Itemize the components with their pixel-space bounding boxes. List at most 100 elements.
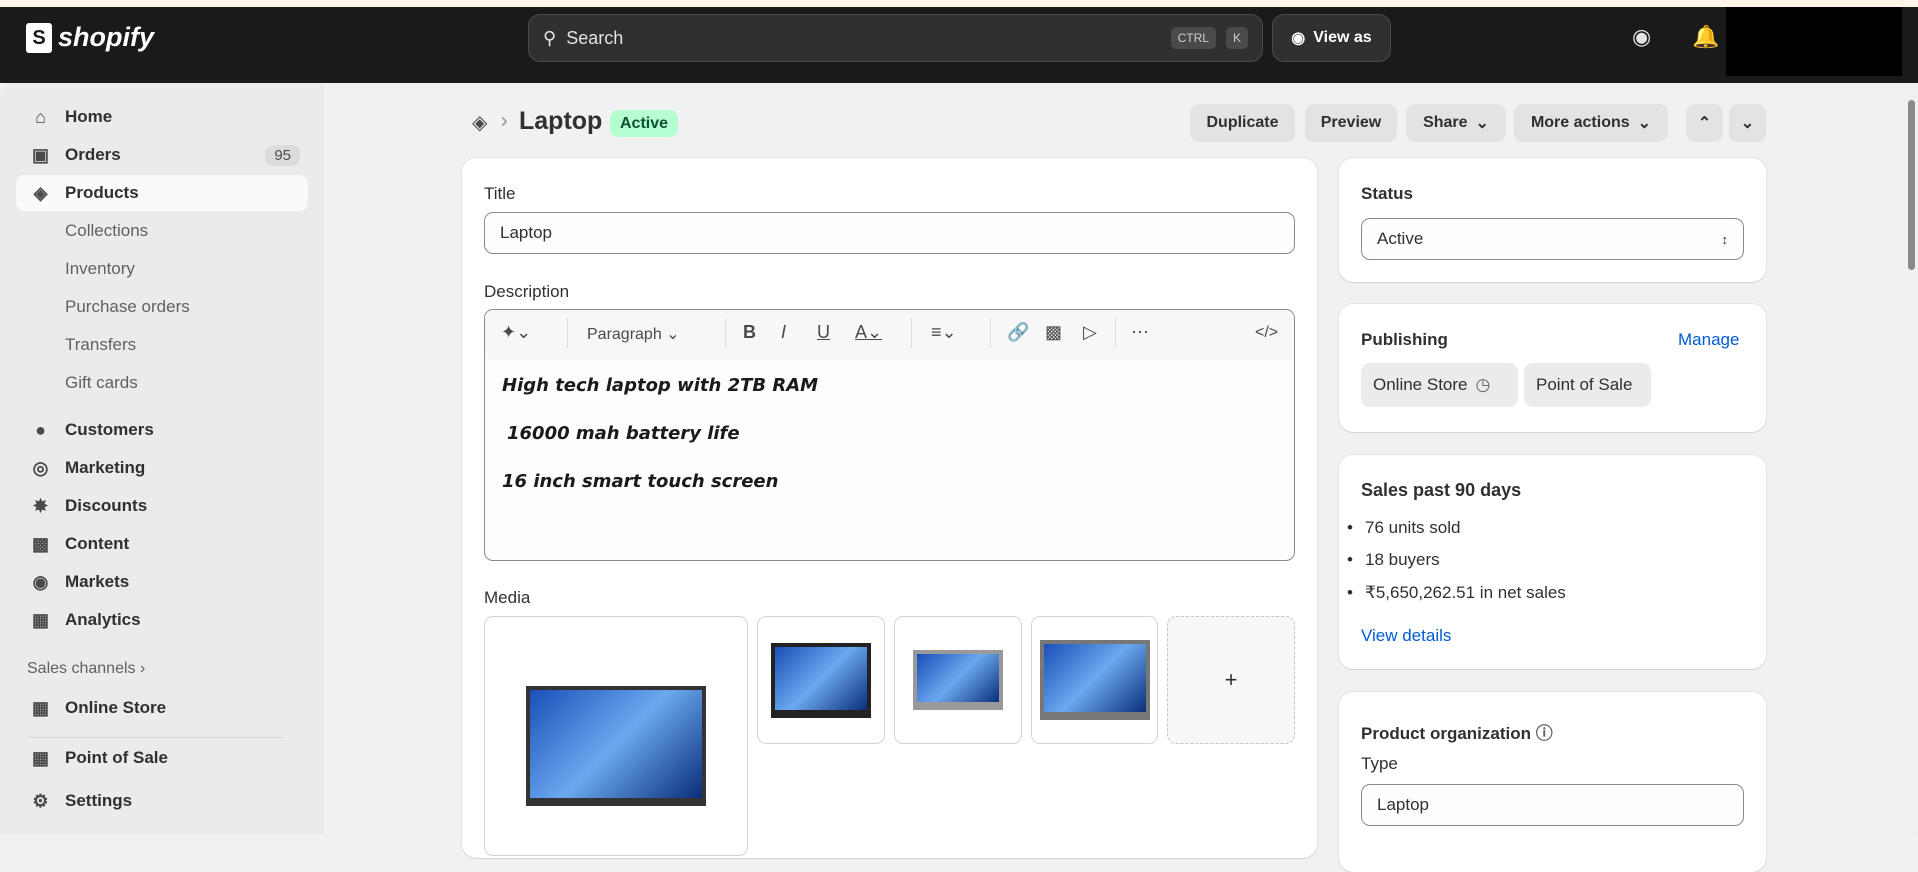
sidebar-item-label: Products [65,183,139,202]
sidekick-icon[interactable]: ◉ [1632,24,1651,50]
sidebar-item-customers[interactable]: ● Customers [16,412,308,448]
status-label: Status [1361,184,1413,203]
sales-channels-label: Sales channels [27,660,136,677]
media-main-image[interactable] [484,616,748,856]
sidebar-item-point-of-sale[interactable]: ▦ Point of Sale [16,743,308,773]
next-product-button[interactable]: ⌄ [1729,104,1766,142]
bell-icon[interactable]: 🔔 [1692,24,1719,50]
info-icon[interactable]: ⓘ [1536,724,1553,743]
organization-title-text: Product organization [1361,724,1531,743]
channel-chip-point-of-sale[interactable]: Point of Sale [1524,363,1651,407]
description-editor[interactable]: ✦⌄ Paragraph ⌄ B I U A⌄ ≡⌄ 🔗 ▩ ▷ ⋯ </> H… [484,309,1295,561]
sidebar-item-purchase-orders[interactable]: Purchase orders [16,289,308,325]
insert-video-icon[interactable]: ▷ [1083,322,1097,343]
search-input[interactable]: ⚲ Search CTRL K [528,14,1263,62]
search-icon: ⚲ [543,27,557,48]
laptop-image [1039,640,1150,720]
sidebar-item-transfers[interactable]: Transfers [16,327,308,363]
underline-icon[interactable]: U [817,322,830,343]
type-label: Type [1361,754,1398,773]
more-icon[interactable]: ⋯ [1131,322,1149,343]
tag-icon[interactable]: ◈ [472,110,487,135]
sales-channels-link[interactable]: Sales channels › [27,660,145,678]
pos-icon: ▦ [31,747,49,768]
shopify-logo[interactable]: Sshopify [26,22,154,53]
sidebar-item-marketing[interactable]: ◎ Marketing [16,450,308,486]
sidebar-item-label: Collections [65,221,149,240]
more-actions-button[interactable]: More actions ⌄ [1514,104,1668,142]
add-media-label: + [1224,667,1238,692]
sidebar-item-label: Transfers [65,335,137,354]
view-as-label: View as [1313,29,1372,46]
preview-button[interactable]: Preview [1305,104,1397,142]
paragraph-select[interactable]: Paragraph ⌄ [587,324,680,344]
text-color-icon[interactable]: A⌄ [855,322,882,343]
target-icon: ◎ [32,457,49,478]
sidebar-item-discounts[interactable]: ✸ Discounts [16,488,308,524]
status-select[interactable]: Active ↕ [1361,218,1744,260]
code-view-icon[interactable]: </> [1255,324,1278,342]
orders-count-badge: 95 [265,144,300,166]
sidebar-item-content[interactable]: ▩ Content [16,526,308,562]
sales-stat: ₹5,650,262.51 in net sales [1347,583,1566,603]
ai-sparkle-icon[interactable]: ✦⌄ [501,322,531,343]
sidebar-item-label: Content [65,534,130,553]
sales-stat: 18 buyers [1347,550,1440,570]
italic-icon[interactable]: I [781,322,786,343]
editor-toolbar: ✦⌄ Paragraph ⌄ B I U A⌄ ≡⌄ 🔗 ▩ ▷ ⋯ </> [485,310,1294,359]
media-thumbnail[interactable] [1031,616,1158,744]
sidebar-item-inventory[interactable]: Inventory [16,251,308,287]
sidebar-item-label: Orders [65,145,121,164]
chevron-right-icon: › [139,660,146,677]
page-title: Laptop [519,107,603,135]
sidebar-item-orders[interactable]: ▣ Orders 95 [16,137,308,173]
sidebar-item-analytics[interactable]: ▦ Analytics [16,602,308,638]
calendar-clock-icon: ◷ [1475,375,1491,394]
person-icon: ● [35,419,46,440]
scrollbar-thumb[interactable] [1908,100,1915,270]
account-menu[interactable] [1726,7,1902,76]
sidebar-item-label: Gift cards [65,373,138,392]
align-icon[interactable]: ≡⌄ [931,322,957,343]
sidebar-item-products[interactable]: ◈ Products [16,175,308,211]
sidebar-item-home[interactable]: ⌂ Home [16,99,308,135]
search-placeholder: Search [566,27,624,48]
tag-icon: ◈ [33,182,48,203]
sidebar-item-settings[interactable]: ⚙ Settings [16,783,308,819]
sidebar-item-label: Online Store [65,698,167,717]
sidebar-item-markets[interactable]: ◉ Markets [16,564,308,600]
sidebar-item-label: Point of Sale [65,748,168,767]
sidebar-item-collections[interactable]: Collections [16,213,308,249]
add-media-button[interactable]: + [1167,616,1295,744]
description-line: 16 inch smart touch screen [502,471,779,492]
product-organization-card: Product organization ⓘ Type Laptop [1339,692,1766,872]
share-label: Share [1423,114,1468,131]
link-icon[interactable]: 🔗 [1007,322,1029,343]
view-as-button[interactable]: ◉ View as [1272,14,1391,62]
title-value: Laptop [500,223,552,242]
browser-strip [0,0,1918,7]
type-input[interactable]: Laptop [1361,784,1744,826]
shopify-bag-icon: S [26,22,52,53]
manage-link[interactable]: Manage [1678,330,1739,350]
sidebar-item-label: Settings [65,791,133,810]
home-icon: ⌂ [35,106,46,127]
media-thumbnail[interactable] [757,616,885,744]
media-label: Media [484,588,531,607]
previous-product-button[interactable]: ⌃ [1686,104,1723,142]
media-thumbnail[interactable] [894,616,1022,744]
duplicate-button[interactable]: Duplicate [1190,104,1295,142]
chevron-down-icon: ⌄ [1740,115,1755,132]
paragraph-label: Paragraph [587,326,662,343]
sidebar-item-online-store[interactable]: ▦ Online Store [16,690,308,726]
view-details-link[interactable]: View details [1361,626,1451,646]
sidebar-item-gift-cards[interactable]: Gift cards [16,365,308,401]
share-button[interactable]: Share ⌄ [1406,104,1506,142]
bold-icon[interactable]: B [743,322,756,343]
insert-image-icon[interactable]: ▩ [1045,322,1062,343]
title-input[interactable]: Laptop [484,212,1295,254]
organization-title: Product organization ⓘ [1361,719,1553,744]
channel-chip-online-store[interactable]: Online Store ◷ [1361,363,1518,407]
sidebar-item-label: Analytics [65,610,141,629]
status-card: Status Active ↕ [1339,158,1766,282]
